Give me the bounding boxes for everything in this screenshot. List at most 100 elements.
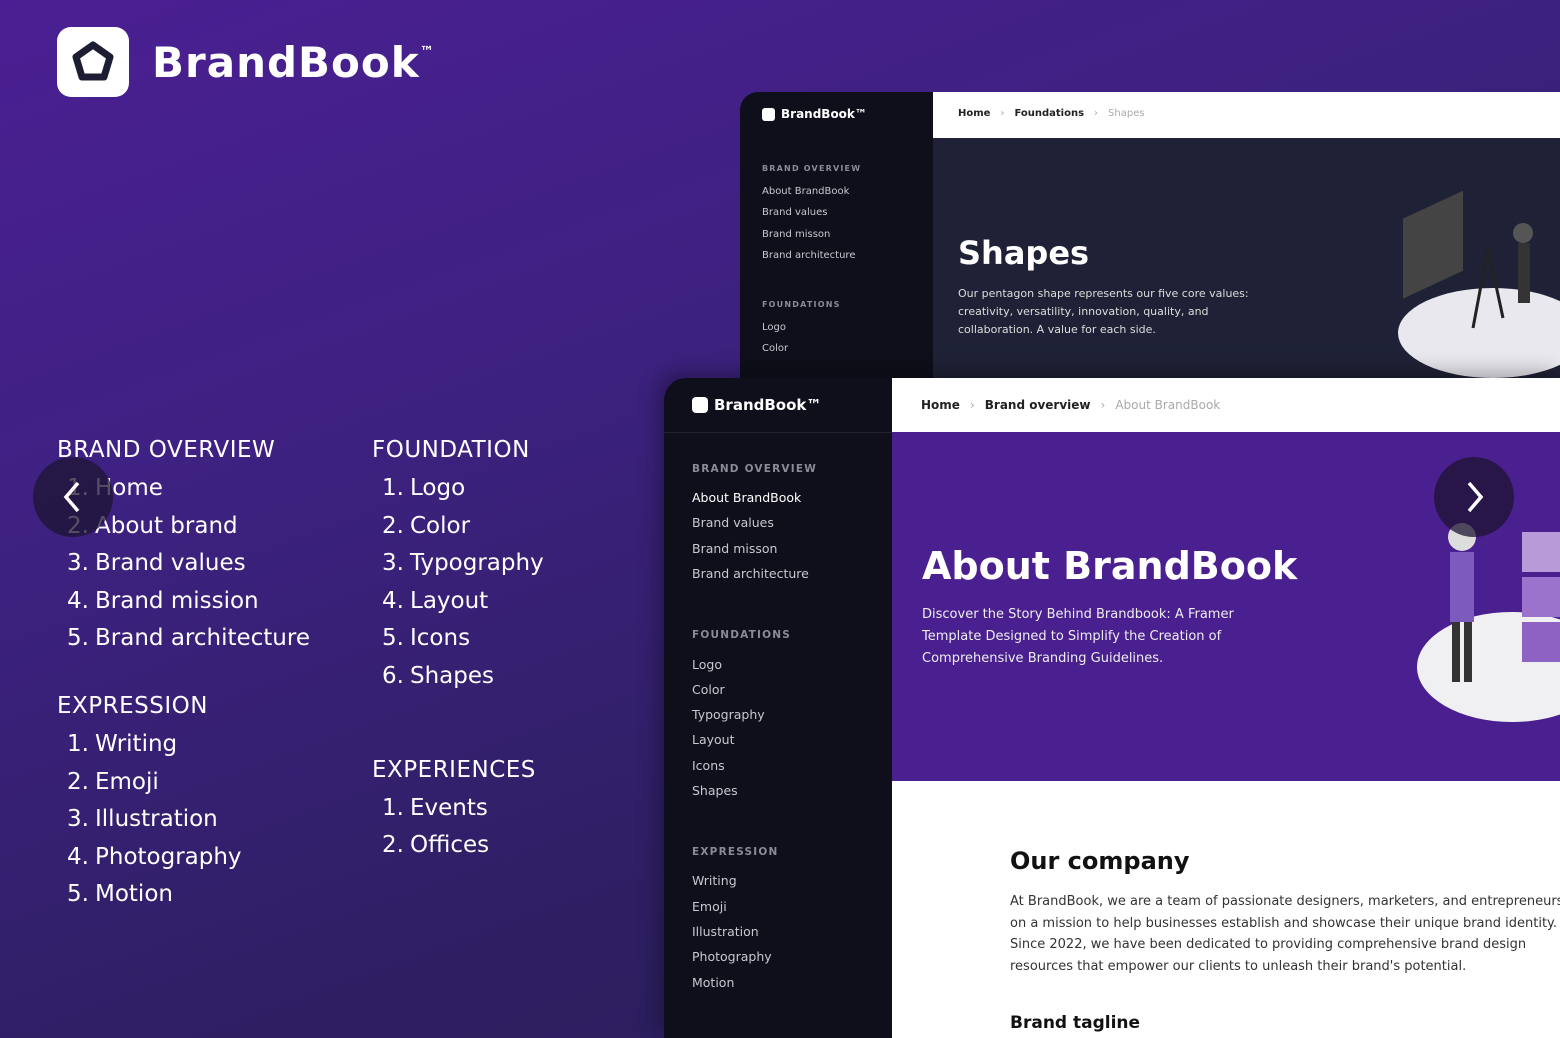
pentagon-icon: [692, 397, 708, 413]
nav-section-title: EXPERIENCES: [372, 756, 536, 783]
nav-item-number: 2.: [67, 768, 89, 795]
sidebar-item[interactable]: Writing: [692, 873, 817, 898]
sidebar-item[interactable]: Brand architecture: [692, 566, 817, 591]
nav-item[interactable]: 4. Photography: [57, 844, 357, 882]
sidebar-item[interactable]: Emoji: [692, 899, 817, 924]
nav-item-label: Logo: [410, 475, 466, 501]
nav-item-number: 4.: [67, 843, 89, 870]
section-subtitle: Brand tagline: [1010, 1013, 1141, 1033]
nav-item[interactable]: 3. Illustration: [57, 806, 357, 844]
breadcrumb-item: Shapes: [1108, 108, 1145, 119]
nav-item-number: 1.: [382, 475, 404, 501]
mockup-logo: BrandBook™: [762, 107, 867, 121]
nav-item-label: Layout: [410, 587, 489, 614]
mockup-hero: Shapes Our pentagon shape represents our…: [933, 138, 1560, 378]
nav-item[interactable]: 1. Writing: [57, 731, 357, 769]
about-page-mockup: BrandBook™ BRAND OVERVIEW About BrandBook…: [664, 378, 1560, 1038]
chevron-right-icon: ›: [1100, 398, 1106, 412]
nav-item-label: Color: [410, 512, 471, 539]
nav-section: EXPERIENCES 1. Events 2. Offices: [372, 757, 632, 870]
sidebar-item[interactable]: Typography: [692, 707, 817, 732]
nav-item[interactable]: 5. Brand architecture: [57, 625, 357, 663]
next-slide-button[interactable]: [1434, 457, 1514, 537]
sidebar-section-title: EXPRESSION: [692, 846, 779, 859]
mockup-sidebar: BrandBook™ BRAND OVERVIEW About BrandBook…: [664, 378, 892, 1038]
hero-title: About BrandBook: [922, 544, 1298, 588]
nav-section-title: EXPRESSION: [57, 692, 208, 719]
sidebar-item[interactable]: Color: [762, 343, 861, 365]
nav-item-number: 4.: [382, 587, 404, 614]
nav-item-label: Writing: [95, 730, 178, 757]
nav-item-label: Shapes: [410, 662, 495, 689]
nav-item-label: Icons: [410, 625, 471, 652]
sidebar-item[interactable]: Logo: [692, 657, 817, 682]
nav-item-label: Brand mission: [95, 587, 259, 614]
nav-column-2: FOUNDATION 1. Logo 2. Color 3. Typography 4. Lay…: [372, 437, 632, 870]
sidebar-item[interactable]: Logo: [762, 322, 861, 344]
nav-item[interactable]: 2. Offices: [372, 832, 632, 870]
brand-title: BrandBook™: [152, 38, 435, 87]
nav-item-number: 1.: [67, 730, 89, 757]
sidebar-section-title: BRAND OVERVIEW: [762, 164, 862, 173]
nav-item-number: 5.: [67, 625, 89, 652]
sidebar-item[interactable]: Brand architecture: [762, 250, 861, 272]
nav-item-number: 4.: [67, 587, 89, 614]
nav-item-number: 5.: [382, 625, 404, 652]
breadcrumb-item[interactable]: Foundations: [1014, 108, 1084, 119]
sidebar-item[interactable]: Shapes: [692, 783, 817, 808]
nav-item[interactable]: 2. Color: [372, 513, 632, 551]
sidebar-item[interactable]: Icons: [692, 758, 817, 783]
section-title: Our company: [1010, 847, 1190, 875]
nav-item[interactable]: 3. Typography: [372, 550, 632, 588]
sidebar-section-title: BRAND OVERVIEW: [692, 463, 817, 475]
nav-item[interactable]: 4. Brand mission: [57, 588, 357, 626]
nav-item[interactable]: 5. Motion: [57, 881, 357, 919]
nav-item-number: 1.: [382, 794, 404, 821]
nav-item-label: Brand architecture: [95, 625, 310, 652]
sidebar-item[interactable]: About BrandBook: [762, 186, 861, 208]
nav-list: 1. Logo 2. Color 3. Typography 4. Layout 5. Icons…: [372, 475, 632, 701]
nav-item[interactable]: 3. Brand values: [57, 550, 357, 588]
nav-item[interactable]: 1. Events: [372, 795, 632, 833]
breadcrumb-item[interactable]: Brand overview: [985, 398, 1091, 412]
nav-section-title: BRAND OVERVIEW: [57, 437, 276, 463]
nav-item-label: Brand values: [95, 550, 246, 577]
sidebar-item[interactable]: Brand misson: [692, 541, 817, 566]
sidebar-item[interactable]: Motion: [692, 975, 817, 1000]
nav-section: EXPRESSION 1. Writing 2. Emoji 3. Illustration…: [57, 693, 357, 919]
shapes-illustration: [1398, 190, 1560, 378]
previous-slide-button[interactable]: [33, 457, 113, 537]
pentagon-icon: [762, 107, 775, 121]
sidebar-item[interactable]: Layout: [692, 732, 817, 757]
hero-title: Shapes: [958, 234, 1090, 272]
nav-item-label: Illustration: [95, 806, 218, 833]
sidebar-item[interactable]: About BrandBook: [692, 490, 817, 515]
nav-item-number: 5.: [67, 881, 89, 908]
sidebar-item[interactable]: Brand values: [692, 515, 817, 540]
nav-item[interactable]: 4. Layout: [372, 588, 632, 626]
nav-item[interactable]: 2. Emoji: [57, 769, 357, 807]
mockup-header: Home › Brand overview › About BrandBook: [892, 378, 1560, 432]
sidebar-item[interactable]: Brand values: [762, 207, 861, 229]
nav-item-number: 2.: [382, 832, 404, 859]
sidebar-item[interactable]: Color: [692, 682, 817, 707]
nav-item-number: 3.: [67, 806, 89, 833]
breadcrumb-item[interactable]: Home: [921, 398, 960, 412]
nav-item[interactable]: 6. Shapes: [372, 663, 632, 701]
nav-item-number: 3.: [382, 550, 404, 577]
sidebar-item[interactable]: Brand misson: [762, 229, 861, 251]
nav-item-label: About brand: [95, 512, 238, 539]
nav-item-label: Typography: [410, 550, 544, 577]
chevron-right-icon: ›: [969, 398, 975, 412]
mockup-logo: BrandBook™: [692, 396, 821, 414]
nav-item[interactable]: 1. Logo: [372, 475, 632, 513]
nav-item[interactable]: 5. Icons: [372, 625, 632, 663]
sidebar-section-title: FOUNDATIONS: [762, 299, 841, 309]
breadcrumb-item: About BrandBook: [1115, 398, 1221, 412]
nav-item-label: Photography: [95, 843, 242, 870]
sidebar-item[interactable]: Illustration: [692, 924, 817, 949]
nav-item-label: Emoji: [95, 768, 159, 795]
hero-text: Discover the Story Behind Brandbook: A F…: [922, 607, 1234, 666]
breadcrumb-item[interactable]: Home: [958, 108, 990, 119]
sidebar-item[interactable]: Photography: [692, 949, 817, 974]
